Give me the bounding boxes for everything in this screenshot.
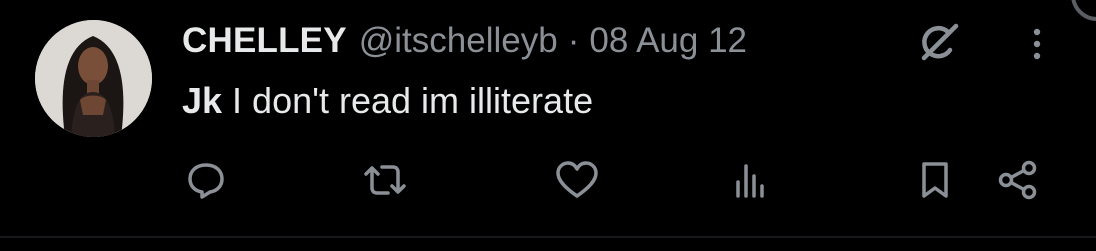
tweet-header: CHELLEY @itschelleyb · 08 Aug 12 xyxy=(182,18,747,64)
avatar[interactable] xyxy=(35,20,152,137)
close-corner-icon[interactable] xyxy=(1062,0,1096,30)
tweet-date[interactable]: 08 Aug 12 xyxy=(589,18,747,64)
tweet-text: Jk I don't read im illiterate xyxy=(182,78,593,124)
user-handle[interactable]: @itschelleyb xyxy=(359,18,558,64)
display-name[interactable]: CHELLEY xyxy=(182,18,347,64)
share-icon[interactable] xyxy=(996,160,1040,200)
more-vertical-icon[interactable] xyxy=(1024,24,1050,64)
tweet-text-body: I don't read im illiterate xyxy=(222,80,594,121)
tweet[interactable]: CHELLEY @itschelleyb · 08 Aug 12 Jk I do… xyxy=(0,0,1096,251)
heart-icon[interactable] xyxy=(554,160,600,200)
reply-icon[interactable] xyxy=(186,160,226,200)
tweet-text-bold: Jk xyxy=(182,80,223,121)
divider xyxy=(0,236,1096,238)
views-bar-chart-icon[interactable] xyxy=(730,160,770,200)
retweet-icon[interactable] xyxy=(360,160,410,200)
avatar-image xyxy=(35,20,152,137)
grok-icon[interactable] xyxy=(916,22,960,62)
bookmark-icon[interactable] xyxy=(918,160,952,200)
separator-dot: · xyxy=(567,21,580,60)
